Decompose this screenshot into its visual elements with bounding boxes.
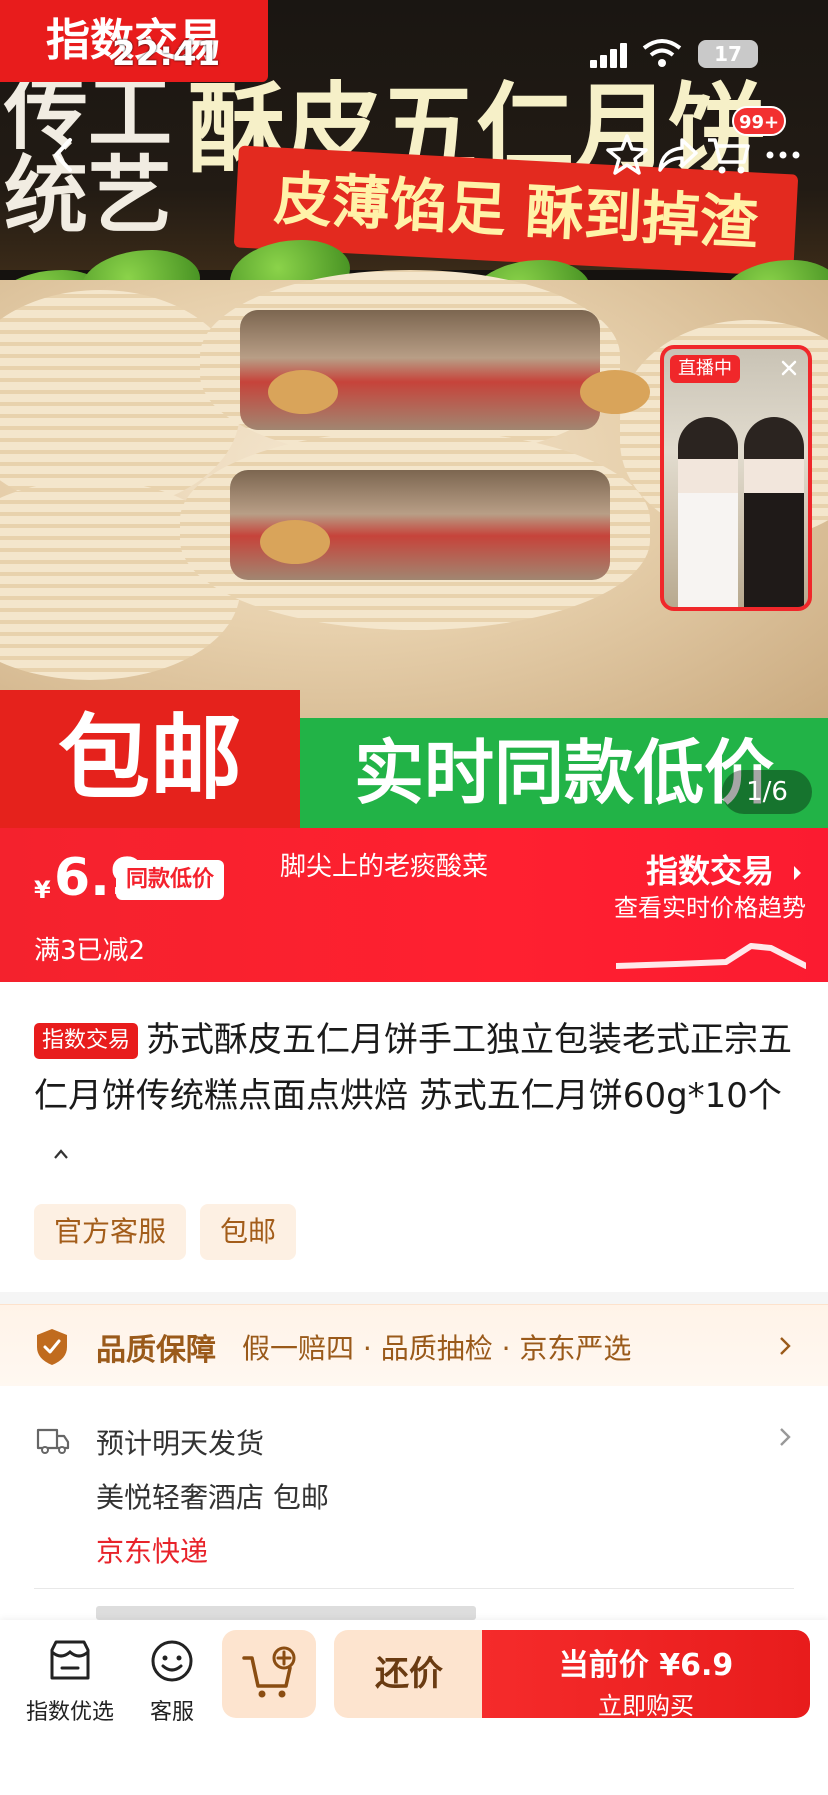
more-icon[interactable] <box>756 128 810 182</box>
streamer-avatar <box>744 417 804 607</box>
hero-side-text-col2: 工艺 <box>88 63 173 245</box>
streamer-avatar <box>678 417 738 607</box>
product-title-block: 指数交易 苏式酥皮五仁月饼手工独立包装老式正宗五仁月饼传统糕点面点烘焙 苏式五仁月… <box>34 1012 804 1180</box>
wifi-icon <box>642 39 682 67</box>
shield-check-icon <box>37 1329 67 1365</box>
chevron-right-icon <box>780 1337 791 1355</box>
quality-desc: 假一赔四 · 品质抽检 · 京东严选 <box>242 1332 632 1365</box>
price-trend-sparkline <box>616 943 806 969</box>
index-trade-link-label: 指数交易 <box>646 852 775 890</box>
price-trend-link[interactable]: 查看实时价格趋势 <box>614 888 806 923</box>
ship-estimate: 预计明天发货 <box>96 1427 265 1460</box>
shipping-row[interactable]: 预计明天发货 美悦轻奢酒店 包邮 京东快递 <box>0 1386 828 1626</box>
add-to-cart-button[interactable] <box>222 1630 316 1718</box>
add-cart-icon <box>242 1646 296 1698</box>
product-title: 苏式酥皮五仁月饼手工独立包装老式正宗五仁月饼传统糕点面点烘焙 苏式五仁月饼60g… <box>34 1020 793 1116</box>
ship-carrier: 京东快递 <box>96 1535 209 1568</box>
status-indicators: 17 <box>590 38 770 70</box>
chip-free-shipping[interactable]: 包邮 <box>200 1204 297 1260</box>
quality-guarantee-row[interactable]: 品质保障 假一赔四 · 品质抽检 · 京东严选 <box>0 1304 828 1386</box>
ship-address: 美悦轻奢酒店 包邮 <box>96 1481 329 1514</box>
buy-now-button[interactable]: 当前价 ¥6.9 立即购买 <box>482 1630 810 1720</box>
buy-now-label: 立即购买 <box>598 1692 694 1720</box>
chevron-up-icon[interactable] <box>52 1145 70 1163</box>
shop-name[interactable]: 脚尖上的老痰酸菜 <box>280 846 488 883</box>
service-chips: 官方客服 包邮 <box>34 1204 310 1262</box>
service-label: 客服 <box>149 1700 194 1725</box>
bottom-action-bar: 指数优选 客服 还价 当前价 ¥6.9 立即购买 <box>0 1620 828 1795</box>
product-info: 指数交易 苏式酥皮五仁月饼手工独立包装老式正宗五仁月饼传统糕点面点烘焙 苏式五仁月… <box>0 982 828 1292</box>
product-image-carousel[interactable]: 传统 工艺 酥皮五仁月饼 皮薄馅足 酥到掉渣 包邮 实时同款低价 指数交易 22… <box>0 0 828 828</box>
share-icon[interactable] <box>650 128 704 182</box>
bargain-button[interactable]: 还价 <box>334 1630 484 1718</box>
nav-actions: 99+ <box>600 106 810 188</box>
shop-icon <box>50 1640 90 1680</box>
page-indicator: 1/6 <box>722 770 812 814</box>
price-currency: ¥ <box>34 876 51 904</box>
status-time: 22:41 <box>112 34 221 74</box>
buy-price-label: 当前价 ¥6.9 <box>558 1648 734 1683</box>
title-badge: 指数交易 <box>34 1023 139 1059</box>
index-select-tab[interactable]: 指数优选 <box>20 1638 120 1726</box>
battery-icon: 17 <box>698 40 758 68</box>
live-tag: 直播中 <box>670 355 740 383</box>
live-stream-window[interactable]: 直播中 <box>660 345 812 611</box>
close-icon[interactable] <box>776 355 802 381</box>
promo-text: 满3已减2 <box>34 936 146 966</box>
service-face-icon <box>151 1640 193 1682</box>
truck-icon <box>36 1428 70 1454</box>
star-icon[interactable] <box>600 128 654 182</box>
chevron-right-icon <box>794 866 802 880</box>
customer-service-tab[interactable]: 客服 <box>122 1638 222 1726</box>
same-item-low-price-tag: 同款低价 <box>116 860 225 900</box>
back-icon[interactable] <box>38 128 92 182</box>
quality-title: 品质保障 <box>96 1333 216 1368</box>
divider <box>34 1588 794 1589</box>
next-row-partial <box>96 1606 476 1620</box>
price-bar: ¥ 6.9 同款低价 脚尖上的老痰酸菜 满3已减2 指数交易 查看实时价格趋势 <box>0 828 828 982</box>
index-select-label: 指数优选 <box>25 1700 114 1725</box>
chip-official-service[interactable]: 官方客服 <box>34 1204 187 1260</box>
free-shipping-banner: 包邮 <box>0 690 300 828</box>
signal-icon <box>590 42 628 68</box>
index-trade-link[interactable]: 指数交易 <box>646 846 805 892</box>
chevron-right-icon <box>780 1428 791 1446</box>
